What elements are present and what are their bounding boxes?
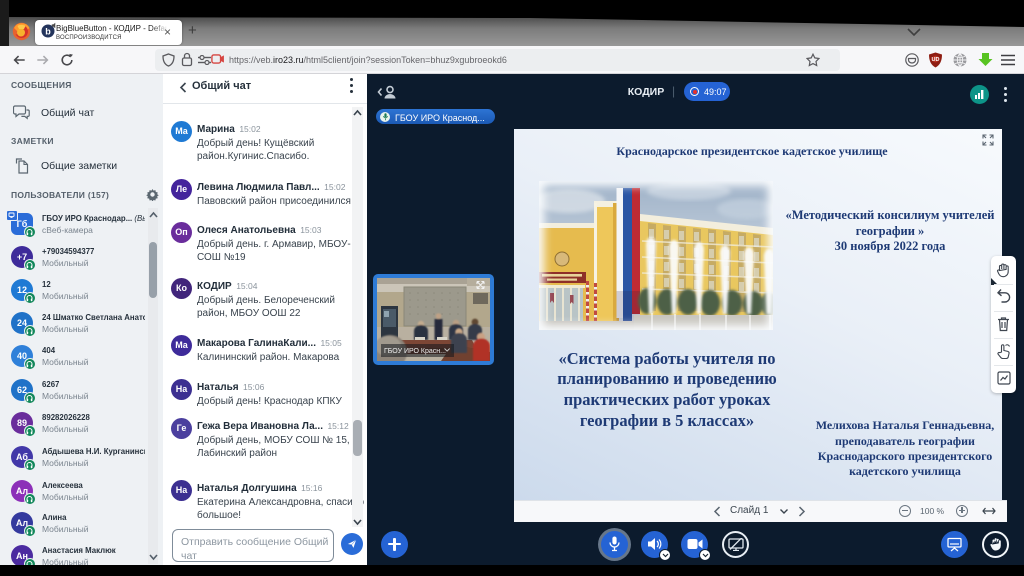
svg-text:UD: UD — [932, 57, 940, 63]
svg-text:ГБОУ ИРО Красн...: ГБОУ ИРО Красн... — [384, 348, 446, 355]
